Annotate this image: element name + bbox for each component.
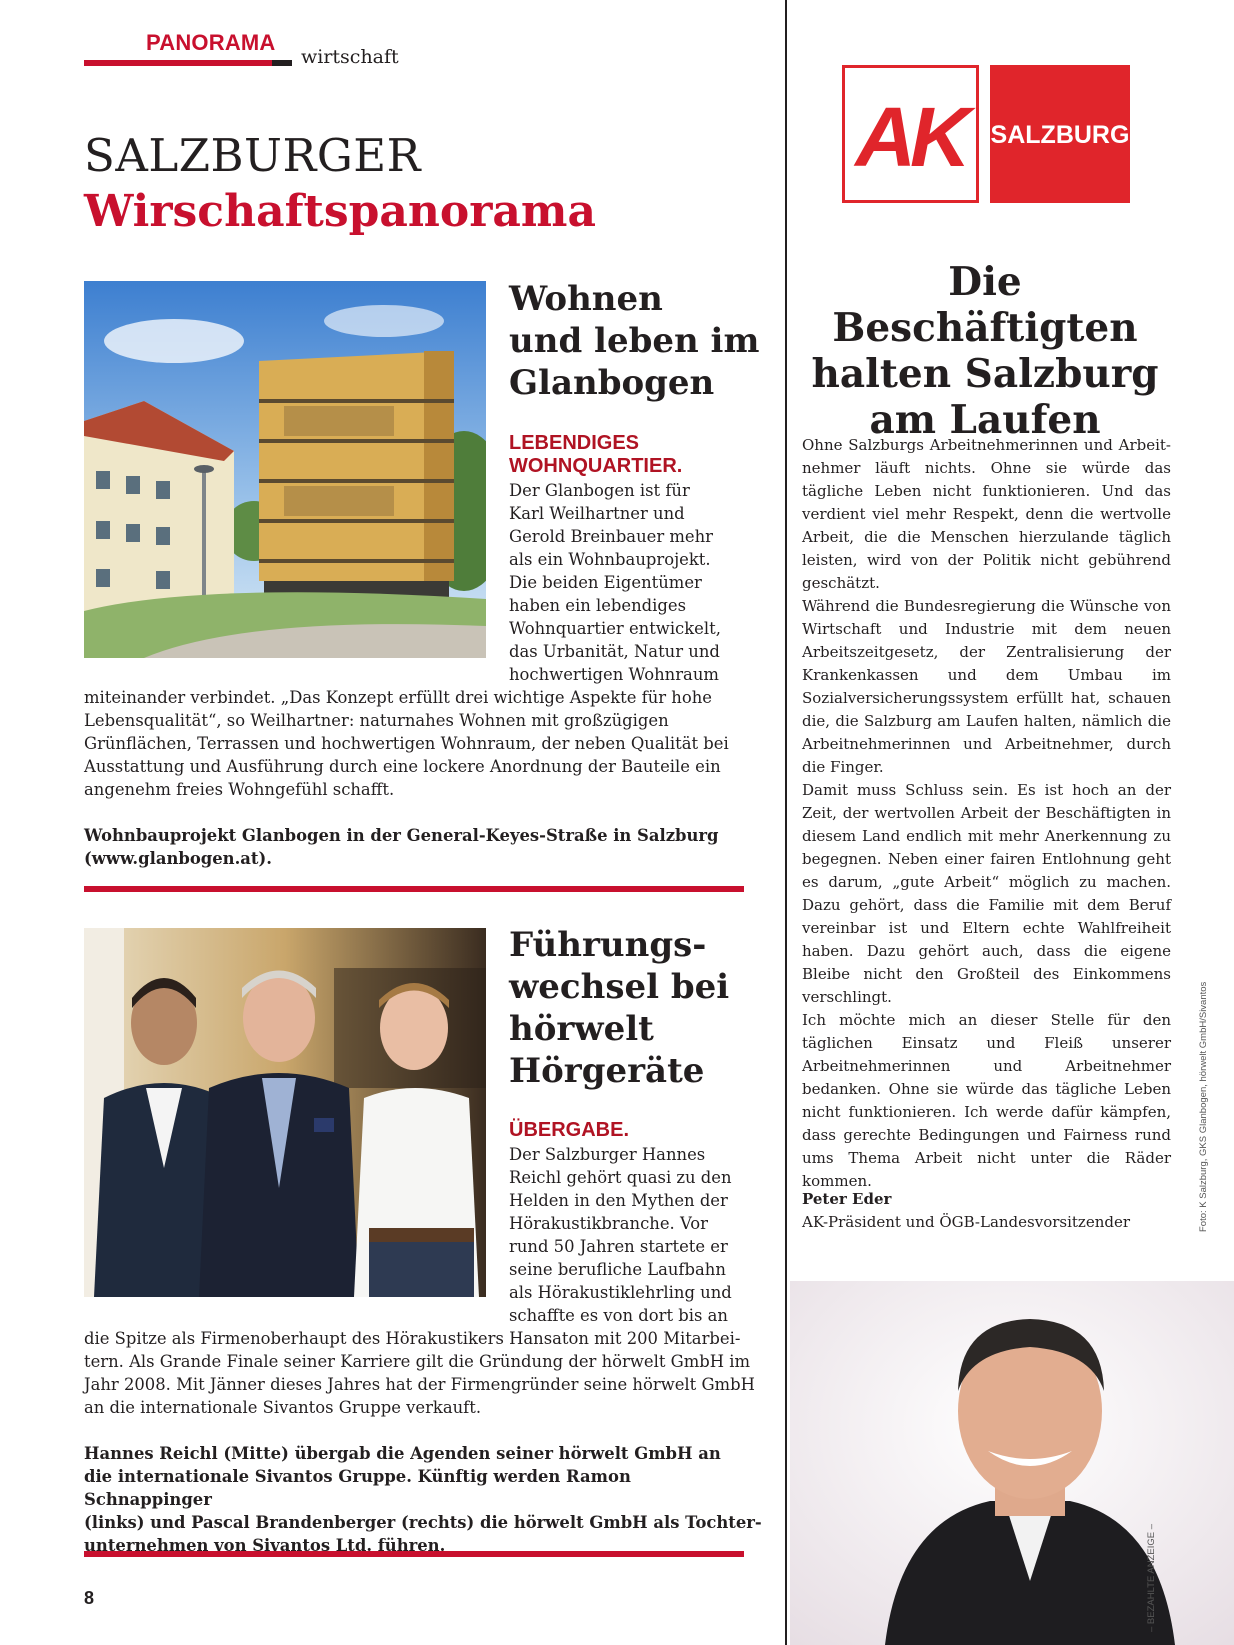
body-line: tern. Als Grande Finale seiner Karriere … (84, 1352, 751, 1371)
article-2-kicker: ÜBERGABE. (509, 1119, 629, 1142)
magazine-title-line-1: SALZBURGER (84, 129, 422, 182)
body-line: Karl Weilhartner und (509, 504, 685, 523)
glanbogen-building-photo (84, 281, 486, 658)
hoerwelt-team-photo (84, 928, 486, 1297)
headline-line: Die Beschäftigten (832, 259, 1138, 351)
body-line: als Hörakustiklehrling und (509, 1283, 732, 1302)
section-bar-dark (272, 60, 292, 66)
headline-line: wechsel bei (509, 967, 730, 1007)
article-1-body-wide: miteinander verbindet. „Das Konzept erfü… (84, 686, 754, 801)
body-line: Ausstattung und Ausführung durch eine lo… (84, 757, 721, 776)
article-2-caption: Hannes Reichl (Mitte) übergab die Agende… (84, 1442, 764, 1557)
body-line: Reichl gehört quasi zu den (509, 1168, 732, 1187)
body-line: die Spitze als Firmenoberhaupt des Hörak… (84, 1329, 741, 1348)
magazine-title-line-2: Wirschaftspanorama (84, 186, 596, 237)
body-line: Hörakustikbranche. Vor (509, 1214, 708, 1233)
headline-line: Hörgeräte (509, 1051, 705, 1091)
ad-paragraph: Ich möchte mich an dieser Stelle für den… (802, 1011, 1171, 1190)
section-label: PANORAMA (146, 30, 276, 55)
ak-salzburg-logo: AK SALZBURG (842, 65, 1130, 205)
body-line: Die beiden Eigentümer (509, 573, 702, 592)
ad-paragraph: Damit muss Schluss sein. Es ist hoch an … (802, 781, 1171, 1006)
ad-paragraph: Während die Bundesregierung die Wünsche … (802, 597, 1171, 776)
article-1-body-narrow: Der Glanbogen ist für Karl Weilhartner u… (509, 479, 749, 686)
body-line: Der Glanbogen ist für (509, 481, 690, 500)
body-line: Gerold Breinbauer mehr (509, 527, 714, 546)
logo-letters: AK (853, 90, 976, 184)
section-bar-red (84, 60, 292, 66)
body-line: hochwertigen Wohnraum (509, 665, 719, 684)
article-1-kicker: LEBENDIGES WOHNQUARTIER. (509, 432, 682, 478)
body-line: rund 50 Jahren startete er (509, 1237, 728, 1256)
body-line: Helden in den Mythen der (509, 1191, 728, 1210)
headline-line: Führungs- (509, 925, 707, 965)
ad-headline: Die Beschäftigten halten Salzburg am Lau… (790, 259, 1180, 443)
body-line: schaffte es von dort bis an (509, 1306, 728, 1325)
ad-paragraph: Ohne Salzburgs Arbeitnehmerinnen und Arb… (802, 436, 1171, 592)
headline-line: Glanbogen (509, 363, 715, 403)
body-line: seine berufliche Laufbahn (509, 1260, 726, 1279)
body-line: Jahr 2008. Mit Jänner dieses Jahres hat … (84, 1375, 755, 1394)
body-line: haben ein lebendiges (509, 596, 687, 615)
logo-wordmark: SALZBURG (991, 121, 1130, 149)
headline-line: hörwelt (509, 1009, 654, 1049)
body-line: Lebensqualität“, so Weilhartner: naturna… (84, 711, 669, 730)
body-line: als ein Wohnbauprojekt. (509, 550, 711, 569)
kicker-line: WOHNQUARTIER. (509, 455, 683, 477)
article-2-body-wide: die Spitze als Firmenoberhaupt des Hörak… (84, 1327, 764, 1419)
signer-name: Peter Eder (802, 1190, 892, 1208)
body-line: an die internationale Sivantos Gruppe ve… (84, 1398, 482, 1417)
caption-line: Wohnbauprojekt Glanbogen in der General-… (84, 826, 719, 845)
article-2-headline: Führungs- wechsel bei hörwelt Hörgeräte (509, 924, 729, 1092)
photo-credit: Foto: K Salzburg, GKS Glanbogen, hörwelt… (1198, 981, 1209, 1232)
article-1-headline: Wohnen und leben im Glanbogen (509, 278, 759, 404)
section-sublabel: wirtschaft (301, 46, 399, 68)
body-line: Der Salzburger Hannes (509, 1145, 706, 1164)
page-number: 8 (84, 1588, 95, 1608)
body-line: Grünflächen, Terrassen und hochwertigen … (84, 734, 729, 753)
peter-eder-portrait (790, 1281, 1234, 1645)
article-divider (84, 1551, 744, 1557)
headline-line: Wohnen (509, 279, 663, 319)
paid-ad-label: – BEZAHLTE ANZEIGE – (1146, 1523, 1157, 1632)
caption-line: die internationale Sivantos Gruppe. Künf… (84, 1467, 631, 1509)
caption-line: Hannes Reichl (Mitte) übergab die Agende… (84, 1444, 721, 1463)
kicker-line: ÜBERGABE. (509, 1119, 630, 1141)
headline-line: und leben im (509, 321, 760, 361)
signer-role: AK-Präsident und ÖGB-Landesvorsitzender (802, 1213, 1131, 1231)
kicker-line: LEBENDIGES (509, 432, 640, 454)
article-2-body-narrow: Der Salzburger Hannes Reichl gehört quas… (509, 1143, 749, 1327)
body-line: angenehm freies Wohngefühl schafft. (84, 780, 395, 799)
column-divider (785, 0, 787, 1645)
caption-line: (www.glanbogen.at). (84, 849, 272, 868)
headline-line: halten Salzburg (811, 351, 1159, 397)
body-line: Wohnquartier entwickelt, (509, 619, 721, 638)
caption-line: (links) und Pascal Brandenberger (rechts… (84, 1513, 762, 1532)
body-line: das Urbanität, Natur und (509, 642, 720, 661)
body-line: miteinander verbindet. „Das Konzept erfü… (84, 688, 712, 707)
article-1-caption: Wohnbauprojekt Glanbogen in der General-… (84, 824, 754, 870)
article-divider (84, 886, 744, 892)
